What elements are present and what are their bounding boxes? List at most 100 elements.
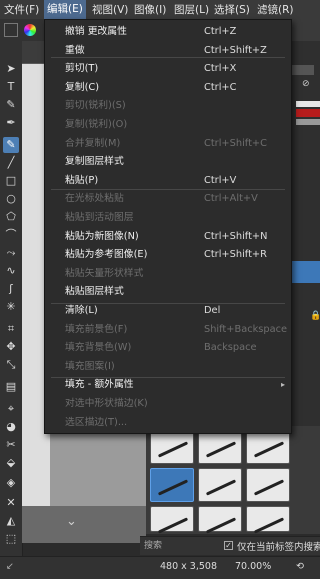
color-wheel-icon[interactable] — [24, 24, 36, 36]
text-tool-icon[interactable]: T — [3, 79, 19, 95]
brush-search-input[interactable]: 搜索 — [144, 539, 216, 553]
measure-tool-icon[interactable]: ✕ — [3, 495, 19, 511]
brush-preset[interactable] — [150, 506, 194, 534]
color-swatch-gray[interactable] — [296, 119, 320, 125]
menu-item: 粘贴到活动图层 — [45, 208, 291, 227]
menu-edit[interactable]: 编辑(E) — [44, 0, 86, 19]
brush-preset[interactable] — [246, 430, 290, 464]
menu-item: 填充背景色(W) Backspace — [45, 338, 291, 357]
menu-item[interactable]: 复制(C) Ctrl+C — [45, 78, 291, 97]
menu-item: 复制(锐利)(O) — [45, 115, 291, 134]
freehand-path-icon[interactable]: ∿ — [3, 263, 19, 279]
menu-item-shortcut: Ctrl+Alt+V — [204, 193, 258, 205]
menu-item[interactable]: 清除(L) Del — [45, 301, 291, 320]
multibrush-icon[interactable]: ✳ — [3, 299, 19, 315]
menu-item: 合并复制(M) Ctrl+Shift+C — [45, 134, 291, 153]
colorize-mask-icon[interactable]: ◕ — [3, 419, 19, 435]
ellipse-tool-icon[interactable]: ○ — [3, 191, 19, 207]
new-document-icon[interactable] — [4, 23, 18, 37]
menu-item[interactable]: 撤销 更改属性 Ctrl+Z — [45, 22, 291, 41]
lock-icon[interactable]: 🔒 — [310, 311, 320, 321]
chevron-down-icon[interactable]: ⌄ — [66, 514, 77, 529]
menu-item-shortcut: Shift+Backspace — [204, 323, 288, 335]
menu-select[interactable]: 选择(S) — [214, 2, 250, 17]
edit-menu: 撤销 更改属性 Ctrl+Z 重做 Ctrl+Shift+Z 剪切(T) Ctrl+X 复制… — [44, 19, 292, 434]
reference-tool-icon[interactable]: ◭ — [3, 513, 19, 529]
brush-preset-selected[interactable] — [150, 468, 194, 502]
menu-item[interactable]: 粘贴(P) Ctrl+V — [45, 171, 291, 190]
menu-item-shortcut: Backspace — [204, 342, 257, 354]
select-shapes-icon[interactable]: ➤ — [3, 61, 19, 77]
menu-item-shortcut: Del — [204, 305, 221, 316]
menu-item-label: 填充 - 额外属性 — [65, 379, 134, 391]
menu-item-label: 粘贴为参考图像(E) — [65, 249, 148, 261]
brush-preset[interactable] — [150, 430, 194, 464]
menu-file[interactable]: 文件(F) — [4, 2, 39, 17]
brush-presets-docker — [146, 426, 320, 534]
menu-item-label: 选区描边(T)... — [65, 416, 128, 428]
canvas-bottom-area — [22, 506, 146, 543]
line-tool-icon[interactable]: ╱ — [3, 155, 19, 171]
menu-item[interactable]: 粘贴图层样式 — [45, 282, 291, 301]
menu-item-shortcut: Ctrl+C — [204, 81, 237, 93]
gradient-tool-icon[interactable]: ▤ — [3, 379, 19, 395]
rectangle-tool-icon[interactable]: □ — [3, 173, 19, 189]
brush-preset[interactable] — [198, 430, 242, 464]
freehand-brush-icon[interactable]: ✎ — [3, 137, 19, 153]
brush-preset[interactable] — [246, 468, 290, 502]
move-tool-icon[interactable]: ✥ — [3, 339, 19, 355]
menu-item: 剪切(锐利)(S) — [45, 96, 291, 115]
menu-item: 在光标处粘贴 Ctrl+Alt+V — [45, 189, 291, 208]
brush-preset[interactable] — [246, 506, 290, 534]
submenu-arrow-icon: ▸ — [281, 380, 286, 390]
menu-item-shortcut: Ctrl+Shift+Z — [204, 44, 267, 56]
brush-search-row: 搜索 ✓ 仅在当前标签内搜索 — [140, 536, 320, 555]
menu-item-label: 合并复制(M) — [65, 137, 121, 149]
menu-item-shortcut: Ctrl+Shift+R — [204, 249, 267, 261]
menu-item[interactable]: 填充 - 额外属性 ▸ — [45, 375, 291, 394]
toolbar-overflow[interactable] — [290, 19, 320, 41]
menu-layer[interactable]: 图层(L) — [174, 2, 209, 17]
menu-item: 对选中形状描边(K) — [45, 394, 291, 413]
crop-tool-icon[interactable]: ⌗ — [3, 321, 19, 337]
color-swatch-white[interactable] — [296, 101, 320, 107]
color-picker-icon[interactable]: ⌖ — [3, 401, 19, 417]
transform-tool-icon[interactable]: ⤡ — [3, 357, 19, 373]
menu-item[interactable]: 剪切(T) Ctrl+X — [45, 59, 291, 78]
menu-item[interactable]: 粘贴为参考图像(E) Ctrl+Shift+R — [45, 245, 291, 264]
color-swatch-red[interactable] — [296, 109, 320, 117]
menu-view[interactable]: 视图(V) — [92, 2, 128, 17]
fill-tool-icon[interactable]: ⬙ — [3, 455, 19, 471]
rotate-icon[interactable]: ⟲ — [296, 561, 304, 572]
menu-item-label: 粘贴(P) — [65, 174, 99, 186]
menu-item-label: 对选中形状描边(K) — [65, 398, 148, 409]
dynamic-brush-icon[interactable]: ʃ — [3, 281, 19, 297]
polyline-tool-icon[interactable]: ⌒ — [3, 227, 19, 243]
calligraphy-icon[interactable]: ✒ — [3, 115, 19, 131]
menu-item: 填充图案(I) — [45, 357, 291, 376]
menu-item-label: 粘贴矢量形状样式 — [65, 267, 144, 279]
menu-item[interactable]: 复制图层样式 — [45, 152, 291, 171]
menu-item-label: 在光标处粘贴 — [65, 193, 124, 205]
menu-filter[interactable]: 滤镜(R) — [257, 2, 294, 17]
menu-item-label: 粘贴图层样式 — [65, 286, 124, 298]
menu-item: 填充前景色(F) Shift+Backspace — [45, 320, 291, 339]
menu-image[interactable]: 图像(I) — [134, 2, 166, 17]
filter-checkbox[interactable]: ✓ — [224, 541, 233, 550]
menu-item-label: 粘贴到活动图层 — [65, 212, 134, 223]
menu-item-shortcut: Ctrl+Shift+C — [204, 137, 267, 149]
assistant-tool-icon[interactable]: ◈ — [3, 475, 19, 491]
zoom-level[interactable]: 70.00% — [235, 561, 271, 572]
polygon-tool-icon[interactable]: ⬠ — [3, 209, 19, 225]
brush-preset[interactable] — [198, 506, 242, 534]
smart-patch-icon[interactable]: ✂ — [3, 437, 19, 453]
no-entry-icon[interactable]: ⊘ — [302, 79, 312, 89]
menu-item[interactable]: 重做 Ctrl+Shift+Z — [45, 41, 291, 60]
edit-shapes-icon[interactable]: ✎ — [3, 97, 19, 113]
layer-selected[interactable] — [290, 261, 320, 283]
menu-item[interactable]: 粘贴为新图像(N) Ctrl+Shift+N — [45, 227, 291, 246]
brush-preset[interactable] — [198, 468, 242, 502]
rect-select-icon[interactable]: ⬚ — [3, 531, 19, 547]
bezier-tool-icon[interactable]: ⤳ — [3, 245, 19, 261]
menu-item-label: 粘贴为新图像(N) — [65, 230, 139, 242]
